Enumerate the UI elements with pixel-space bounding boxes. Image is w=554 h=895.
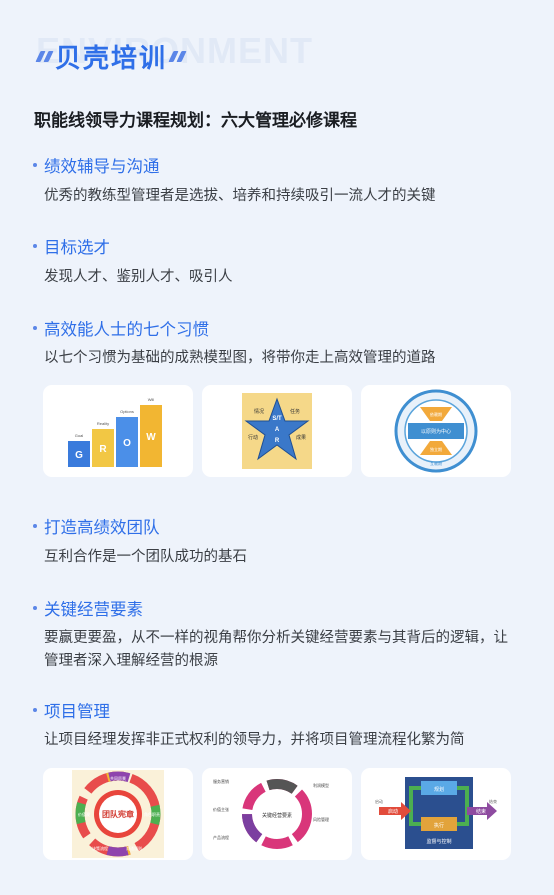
star-label: 行动 (248, 434, 258, 441)
section-title-5: 关键经营要素 (33, 596, 143, 620)
business-elements-image: 关键经营要素 服务营销 价值主张 产品流程 利润模型 风险管理 (213, 778, 329, 849)
grow-letter-o: O (123, 438, 131, 449)
business-label: 风险管理 (313, 816, 329, 822)
bullet-dot (33, 244, 37, 248)
grow-model-card[interactable]: G R O W Goal Reality Options Will (43, 385, 193, 477)
grow-model-image: G R O W Goal Reality Options Will (68, 397, 162, 467)
habit-label: 独立期 (430, 446, 442, 452)
grow-letter-g: G (75, 450, 83, 461)
flow-label: 结束 (476, 808, 486, 815)
team-ring-label: 沟通规则 (126, 845, 142, 851)
slash-decoration-right (168, 51, 187, 62)
flow-label: 启动 (388, 808, 398, 815)
section-desc-4: 互利合作是一个团队成功的基石 (44, 549, 247, 565)
brand: 贝壳培训 (34, 38, 188, 75)
star-letter: A (275, 427, 280, 433)
flow-label: 监督与控制 (426, 838, 451, 845)
slash-decoration-left (35, 51, 54, 62)
grow-letter-w: W (146, 432, 156, 443)
grow-step-label: Options (120, 409, 134, 414)
team-charter-image: 团队宪章 共同愿景 角色职责 沟通规则 决策流程 价值观 (72, 770, 164, 858)
image-gallery-2: 团队宪章 共同愿景 角色职责 沟通规则 决策流程 价值观 关键经营要素 服务营销… (43, 768, 511, 860)
header: ENVIRONMENT 贝壳培训 (34, 30, 534, 80)
bullet-dot (33, 326, 37, 330)
habit-label: 依赖期 (430, 411, 442, 417)
grow-step-label: Will (148, 397, 155, 402)
business-label: 服务营销 (213, 778, 229, 784)
team-ring-label: 价值观 (78, 811, 90, 817)
grow-letter-r: R (99, 444, 107, 455)
grow-step-label: Goal (75, 433, 84, 438)
flow-side-label: 启动 (375, 798, 383, 804)
business-label: 价值主张 (213, 806, 229, 812)
section-title-2: 目标选才 (33, 234, 110, 258)
star-model-card[interactable]: S/T A R 情况 任务 行动 成果 (202, 385, 352, 477)
section-desc-6: 让项目经理发挥非正式权利的领导力，并将项目管理流程化繁为简 (44, 732, 465, 748)
section-title-3: 高效能人士的七个习惯 (33, 316, 209, 340)
star-letter: R (275, 438, 280, 444)
habit-label: 互赖期 (430, 460, 442, 466)
seven-habits-image: 以原则为中心 依赖期 独立期 互赖期 (394, 389, 478, 473)
section-desc-3: 以七个习惯为基础的成熟模型图，将带你走上高效管理的道路 (44, 350, 436, 366)
bullet-dot (33, 606, 37, 610)
star-letter: S/T (272, 416, 282, 422)
section-desc-5: 要赢更要盈，从不一样的视角帮你分析关键经营要素与其背后的逻辑，让管理者深入理解经… (44, 630, 508, 669)
section-title-1: 绩效辅导与沟通 (33, 153, 160, 177)
section-title-4: 打造高绩效团队 (33, 514, 160, 538)
team-ring-label: 决策流程 (92, 845, 108, 851)
section-desc-1: 优秀的教练型管理者是选拔、培养和持续吸引一流人才的关键 (44, 188, 436, 204)
flow-side-label: 结束 (489, 798, 497, 804)
team-ring-label: 角色职责 (144, 811, 160, 817)
business-elements-card[interactable]: 关键经营要素 服务营销 价值主张 产品流程 利润模型 风险管理 (202, 768, 352, 860)
team-charter-center: 团队宪章 (102, 809, 134, 819)
bullet-dot (33, 524, 37, 528)
bullet-dot (33, 163, 37, 167)
team-charter-card[interactable]: 团队宪章 共同愿景 角色职责 沟通规则 决策流程 价值观 (43, 768, 193, 860)
star-label: 成果 (296, 434, 306, 441)
flow-label: 执行 (434, 822, 444, 829)
star-label: 情况 (254, 408, 264, 415)
section-title-6: 项目管理 (33, 698, 110, 722)
habit-label: 以原则为中心 (421, 428, 451, 435)
section-desc-2: 发现人才、鉴别人才、吸引人 (44, 269, 233, 285)
team-ring-label: 共同愿景 (110, 775, 126, 781)
business-center: 关键经营要素 (262, 812, 292, 819)
page-title: 职能线领导力课程规划：六大管理必修课程 (34, 111, 357, 131)
flow-label: 规划 (434, 786, 444, 793)
bullet-dot (33, 708, 37, 712)
project-flow-card[interactable]: 规划 启动 执行 结束 监督与控制 启动 结束 (361, 768, 511, 860)
business-label: 产品流程 (213, 834, 229, 840)
star-label: 任务 (290, 408, 300, 415)
image-gallery-1: G R O W Goal Reality Options Will S/T A … (43, 385, 511, 477)
seven-habits-card[interactable]: 以原则为中心 依赖期 独立期 互赖期 (361, 385, 511, 477)
star-model-image: S/T A R 情况 任务 行动 成果 (242, 393, 312, 469)
grow-step-label: Reality (97, 421, 109, 426)
project-flow-image: 规划 启动 执行 结束 监督与控制 启动 结束 (375, 777, 497, 849)
business-label: 利润模型 (313, 782, 329, 788)
brand-title: 贝壳培训 (55, 44, 168, 74)
